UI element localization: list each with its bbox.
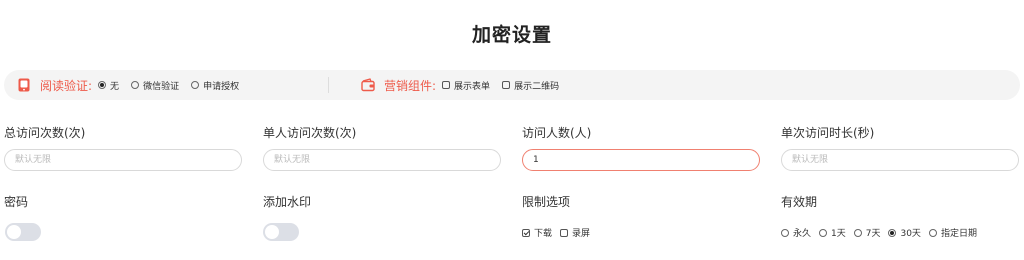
validity-option-1day-label: 1天 <box>831 229 846 239</box>
restrictions-options: 下载 录屏 <box>522 226 598 239</box>
page-title: 加密设置 <box>471 24 552 46</box>
reading-option-wechat[interactable]: 微信验证 <box>131 79 179 92</box>
reading-option-none[interactable]: 无 <box>98 79 119 92</box>
restriction-download[interactable]: 下载 <box>522 226 552 239</box>
radio-icon[interactable] <box>191 81 200 89</box>
radio-icon[interactable] <box>928 228 937 237</box>
marketing-option-qrcode-label: 展示二维码 <box>514 81 560 92</box>
validity-option-30days[interactable]: 30天 <box>888 226 921 239</box>
marketing-option-form[interactable]: 展示表单 <box>442 79 490 92</box>
marketing-components-label: 营销组件: <box>384 78 437 93</box>
watermark-toggle[interactable] <box>263 223 299 241</box>
reading-option-none-label: 无 <box>110 81 120 92</box>
radio-icon[interactable] <box>131 81 140 89</box>
reading-verification-group: 阅读验证: 无 微信验证 申请授权 <box>16 70 251 100</box>
visitors-input[interactable] <box>522 149 760 171</box>
radio-icon[interactable] <box>853 228 862 237</box>
validity-option-permanent-label: 永久 <box>793 229 812 239</box>
marketing-option-form-label: 展示表单 <box>454 81 491 92</box>
marketing-components-group: 营销组件: 展示表单 展示二维码 <box>360 70 571 100</box>
total-visits-input[interactable] <box>4 149 242 171</box>
reading-option-wechat-label: 微信验证 <box>143 81 180 92</box>
validity-option-custom-date-label: 指定日期 <box>940 229 977 239</box>
total-visits-label: 总访问次数(次) <box>4 126 86 140</box>
reading-verification-label: 阅读验证: <box>40 78 93 93</box>
wallet-icon <box>361 78 375 92</box>
password-label: 密码 <box>4 195 29 209</box>
bar-divider <box>328 77 329 93</box>
checkbox-icon[interactable] <box>442 81 451 89</box>
restrictions-label: 限制选项 <box>522 195 571 209</box>
validity-option-7days[interactable]: 7天 <box>853 226 881 239</box>
restriction-screen-record[interactable]: 录屏 <box>560 226 590 239</box>
reading-option-request[interactable]: 申请授权 <box>191 79 239 92</box>
validity-options: 永久 1天 7天 30天 指定日期 <box>781 226 985 239</box>
validity-label: 有效期 <box>781 195 818 209</box>
radio-icon[interactable] <box>888 228 897 237</box>
marketing-option-qrcode[interactable]: 展示二维码 <box>502 79 559 92</box>
phone-lock-icon <box>18 78 30 92</box>
checkbox-icon[interactable] <box>560 228 569 237</box>
restriction-download-label: 下载 <box>534 229 553 239</box>
per-person-visits-input[interactable] <box>263 149 501 171</box>
reading-option-request-label: 申请授权 <box>203 81 240 92</box>
radio-icon[interactable] <box>781 228 789 237</box>
settings-bar: 阅读验证: 无 微信验证 申请授权 营销组件: 展示表单 展示二维码 <box>4 70 1020 100</box>
validity-option-permanent[interactable]: 永久 <box>781 226 811 239</box>
validity-option-1day[interactable]: 1天 <box>819 226 846 239</box>
validity-option-30days-label: 30天 <box>900 229 921 239</box>
single-duration-label: 单次访问时长(秒) <box>781 126 875 140</box>
radio-icon[interactable] <box>819 228 828 237</box>
restriction-screen-record-label: 录屏 <box>572 229 591 239</box>
checkbox-icon[interactable] <box>522 228 530 237</box>
single-duration-input[interactable] <box>781 149 1019 171</box>
validity-option-7days-label: 7天 <box>865 229 881 239</box>
validity-option-custom-date[interactable]: 指定日期 <box>928 226 977 239</box>
watermark-label: 添加水印 <box>263 195 312 209</box>
password-toggle[interactable] <box>5 223 41 241</box>
visitors-label: 访问人数(人) <box>522 126 592 140</box>
per-person-visits-label: 单人访问次数(次) <box>263 126 357 140</box>
checkbox-icon[interactable] <box>502 81 511 89</box>
radio-icon[interactable] <box>98 81 107 89</box>
